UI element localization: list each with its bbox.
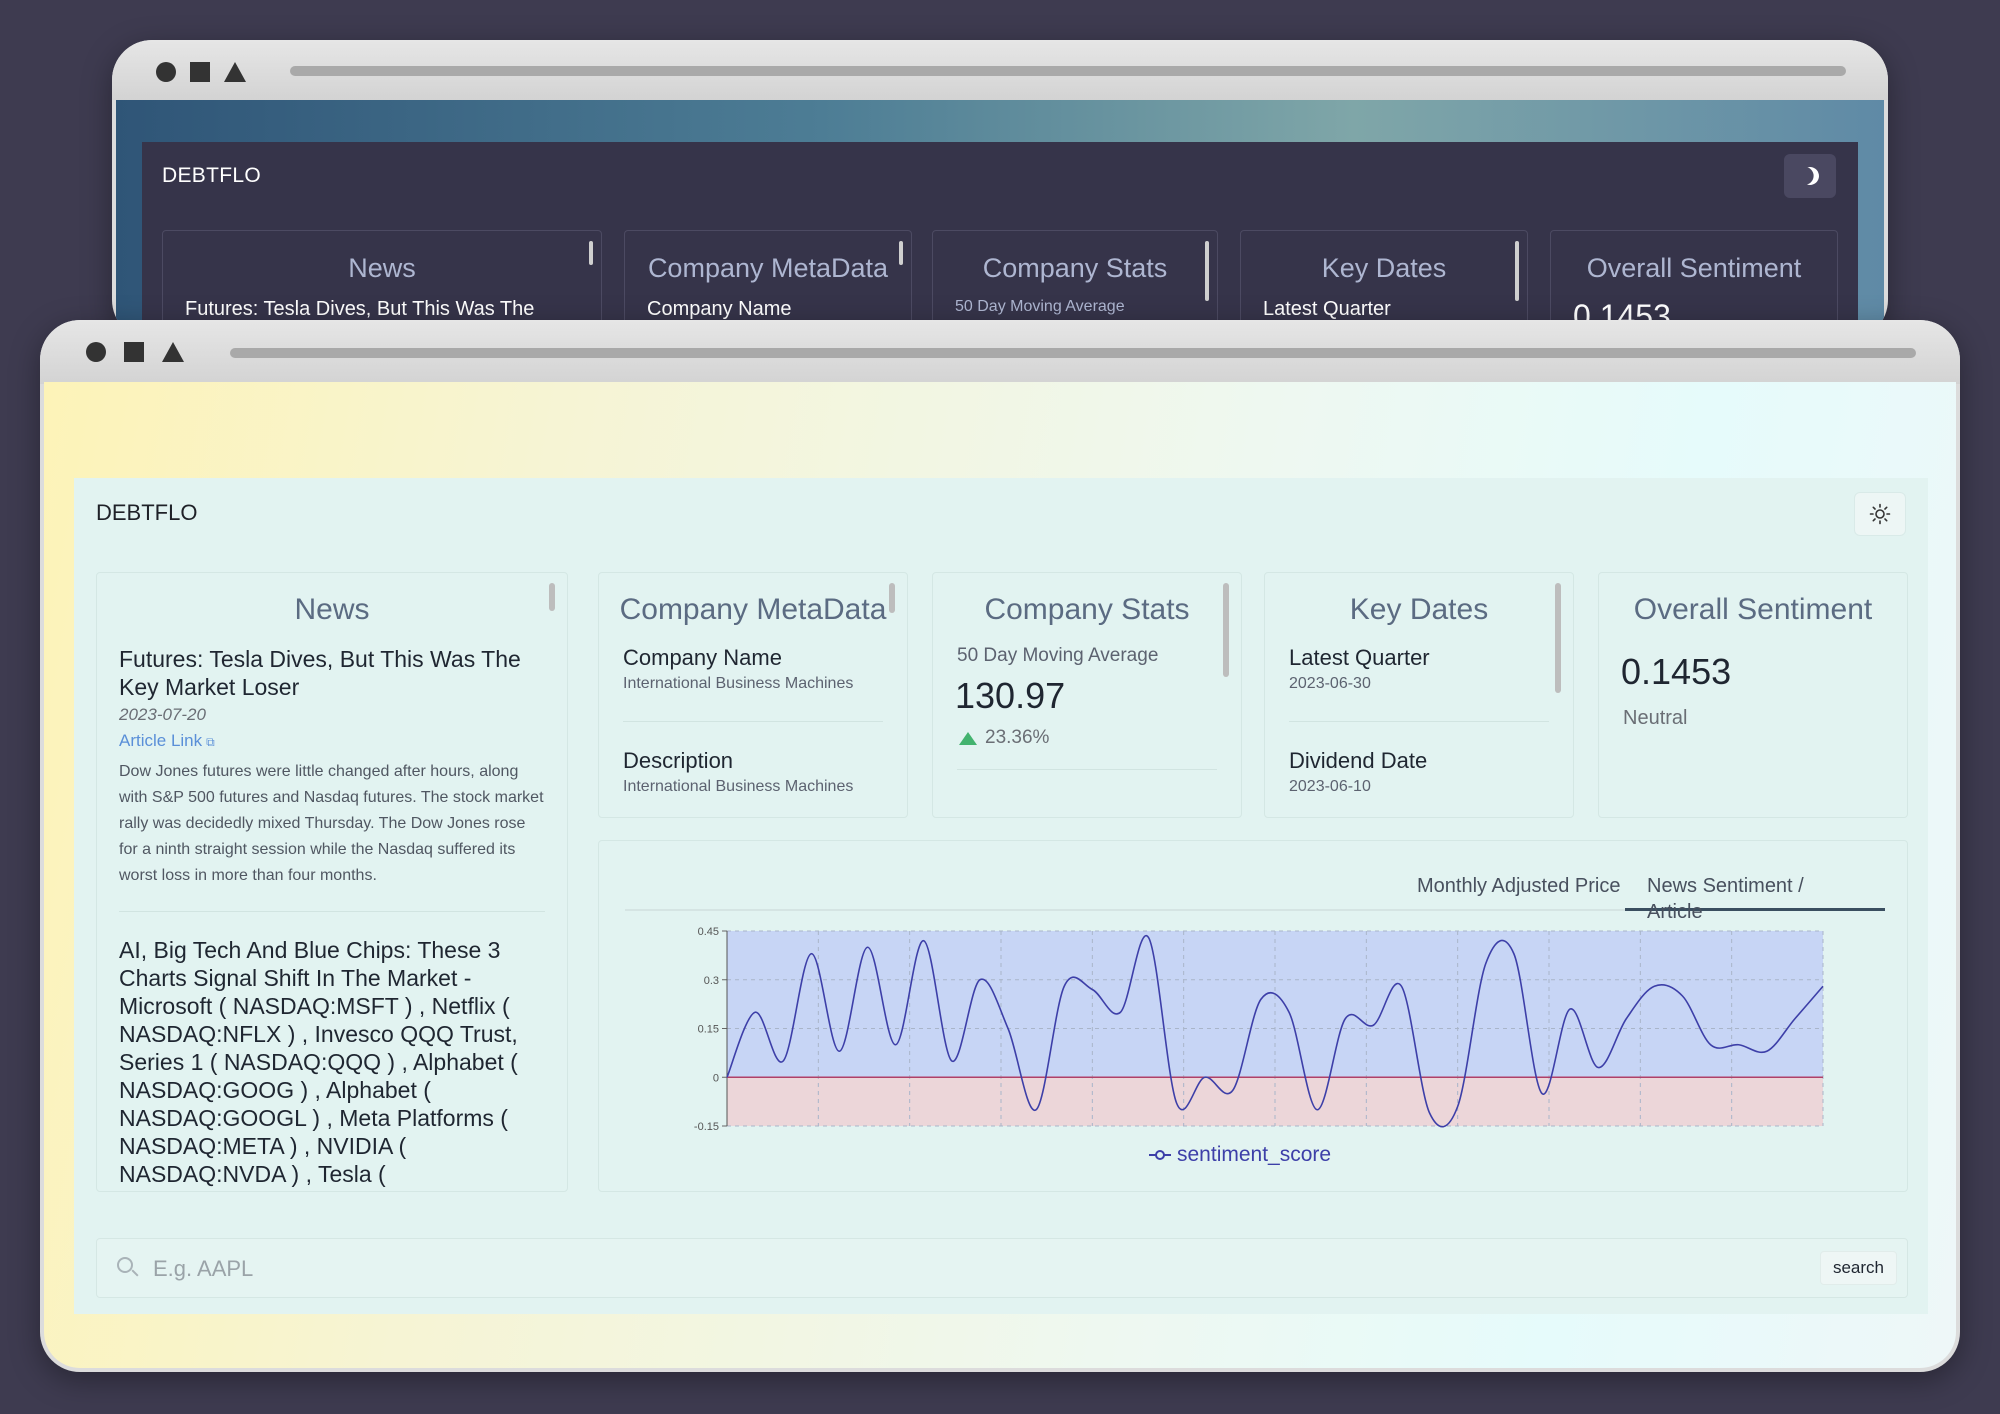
card-title: News <box>294 593 370 626</box>
divider <box>1289 721 1549 722</box>
field-value: International Business Machines <box>623 675 854 692</box>
company-metadata-card: Company MetaData Company Name Internatio… <box>598 572 908 818</box>
search-button[interactable]: search <box>1819 1251 1897 1285</box>
card-title: Company Stats <box>982 253 1168 283</box>
window-square-icon <box>190 62 210 82</box>
dark-app: DEBTFLO News Futures: Tesla Dives, But T… <box>142 142 1858 340</box>
card-title: Key Dates <box>1321 253 1447 283</box>
legend-line-icon <box>1149 1149 1171 1161</box>
card-title: Company MetaData <box>647 253 889 283</box>
tab-news-sentiment[interactable]: News Sentiment / Article <box>1625 873 1885 923</box>
card-title: Overall Sentiment <box>1633 593 1873 626</box>
browser-chrome <box>40 320 1960 384</box>
news-card: News Futures: Tesla Dives, But This Was … <box>96 572 568 1192</box>
field-label: Company Name <box>623 645 782 670</box>
y-tick-label: 0.3 <box>704 975 719 987</box>
news-description: Dow Jones futures were little changed af… <box>119 763 544 884</box>
stat-change-value: 23.36% <box>985 727 1050 748</box>
card-peek-text: 50 Day Moving Average <box>955 298 1125 315</box>
divider <box>623 721 883 722</box>
stat-value: 130.97 <box>955 675 1066 716</box>
overall-sentiment-card: Overall Sentiment 0.1453 Neutral <box>1598 572 1908 818</box>
field-label: Latest Quarter <box>1289 645 1430 670</box>
sentiment-value: 0.1453 <box>1621 651 1732 692</box>
browser-chrome <box>112 40 1888 100</box>
card-title: News <box>348 253 416 283</box>
front-viewport: DEBTFLO News Futures: Tesla Dives, But T… <box>44 382 1956 1368</box>
article-link[interactable]: Article Link ⧉ <box>119 731 215 751</box>
scrollbar[interactable] <box>1205 241 1209 301</box>
front-browser-window: DEBTFLO News Futures: Tesla Dives, But T… <box>40 320 1960 1372</box>
chart-legend[interactable]: sentiment_score <box>1149 1143 1331 1167</box>
article-link-label: Article Link <box>119 731 203 750</box>
stats-scrollbar[interactable] <box>1223 583 1229 677</box>
news-headline: Futures: Tesla Dives, But This Was The K… <box>119 646 521 700</box>
dates-scrollbar[interactable] <box>1555 583 1561 693</box>
legend-label: sentiment_score <box>1177 1143 1332 1166</box>
scrollbar[interactable] <box>899 241 903 265</box>
field-label: Description <box>623 748 734 773</box>
search-input[interactable] <box>153 1249 1553 1289</box>
window-circle-icon <box>156 62 176 82</box>
date-field: Latest Quarter 2023-06-30 <box>1265 645 1573 693</box>
chart-card: Monthly Adjusted Price News Sentiment / … <box>598 840 1908 1192</box>
sentiment-chart: -0.15 0 0.15 0.3 0.45 <box>694 926 1824 1133</box>
chart-tabs: Monthly Adjusted Price News Sentiment / … <box>625 867 1885 923</box>
back-viewport: DEBTFLO News Futures: Tesla Dives, But T… <box>116 100 1884 340</box>
window-square-icon <box>124 342 144 362</box>
field-value: International Business Machines <box>623 778 854 795</box>
metadata-scrollbar[interactable] <box>889 583 895 613</box>
news-scrollbar[interactable] <box>549 583 555 611</box>
address-bar[interactable] <box>290 66 1846 76</box>
search-bar: search <box>96 1238 1908 1298</box>
news-item: Futures: Tesla Dives, But This Was The K… <box>97 645 567 889</box>
news-item: AI, Big Tech And Blue Chips: These 3 Cha… <box>97 936 567 1191</box>
brand-logo[interactable]: DEBTFLO <box>96 500 197 526</box>
card-peek-text: Latest Quarter <box>1263 298 1391 320</box>
sentiment-label: Neutral <box>1623 707 1688 729</box>
card-peek-text: Futures: Tesla Dives, But This Was The <box>185 298 535 320</box>
key-dates-card: Key Dates Latest Quarter 2023-06-30 Divi… <box>1264 572 1574 818</box>
moon-icon <box>1798 164 1821 187</box>
tab-monthly-adjusted-price[interactable]: Monthly Adjusted Price <box>1395 873 1642 911</box>
y-tick-label: 0 <box>713 1072 719 1084</box>
card-title: Company MetaData <box>619 593 887 626</box>
window-circle-icon <box>86 342 106 362</box>
divider <box>119 911 545 912</box>
news-date: 2023-07-20 <box>119 705 206 724</box>
field-value: 2023-06-30 <box>1289 675 1371 692</box>
scrollbar[interactable] <box>1515 241 1519 301</box>
sun-icon <box>1869 503 1891 525</box>
back-browser-window: DEBTFLO News Futures: Tesla Dives, But T… <box>112 40 1888 340</box>
arrow-up-icon <box>959 731 977 745</box>
metadata-field: Description International Business Machi… <box>599 748 907 796</box>
field-label: Dividend Date <box>1289 748 1428 773</box>
y-tick-label: -0.15 <box>694 1121 719 1133</box>
theme-toggle-button[interactable] <box>1854 492 1906 536</box>
window-triangle-icon <box>224 62 246 82</box>
card-title: Key Dates <box>1349 593 1489 626</box>
news-headline: AI, Big Tech And Blue Chips: These 3 Cha… <box>119 937 518 1191</box>
brand-logo[interactable]: DEBTFLO <box>162 164 261 188</box>
y-tick-label: 0.15 <box>698 1024 719 1036</box>
window-triangle-icon <box>162 342 184 362</box>
card-title: Company Stats <box>984 593 1190 626</box>
field-value: 2023-06-10 <box>1289 778 1371 795</box>
search-icon <box>117 1257 139 1279</box>
address-bar[interactable] <box>230 348 1916 358</box>
divider <box>957 769 1217 770</box>
stat-label: 50 Day Moving Average <box>957 645 1159 666</box>
card-title: Overall Sentiment <box>1586 253 1802 283</box>
external-link-icon: ⧉ <box>206 735 215 749</box>
y-tick-label: 0.45 <box>698 926 719 938</box>
company-stats-card: Company Stats 50 Day Moving Average 130.… <box>932 572 1242 818</box>
card-peek-text: Company Name <box>647 298 792 320</box>
date-field: Dividend Date 2023-06-10 <box>1265 748 1573 796</box>
scrollbar[interactable] <box>589 241 593 265</box>
metadata-field: Company Name International Business Mach… <box>599 645 907 693</box>
dashboard-app: DEBTFLO News Futures: Tesla Dives, But T… <box>74 478 1928 1314</box>
theme-toggle-button[interactable] <box>1784 154 1836 198</box>
stat-change: 23.36% <box>959 727 1241 749</box>
